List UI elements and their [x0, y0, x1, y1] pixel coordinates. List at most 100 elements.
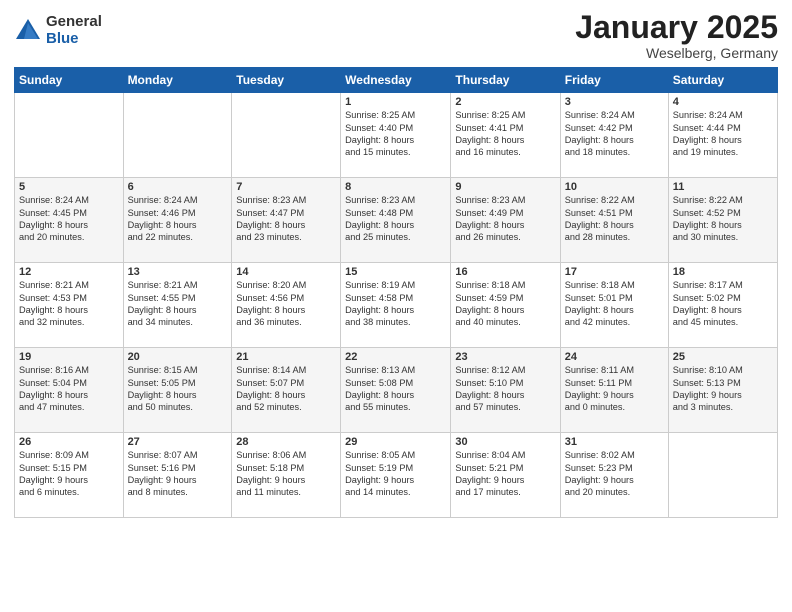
cell-info: Sunrise: 8:22 AM Sunset: 4:52 PM Dayligh…: [673, 194, 773, 244]
cell-info: Sunrise: 8:06 AM Sunset: 5:18 PM Dayligh…: [236, 449, 336, 499]
col-sunday: Sunday: [15, 68, 124, 93]
cell-day-number: 30: [455, 436, 555, 448]
cell-info: Sunrise: 8:16 AM Sunset: 5:04 PM Dayligh…: [19, 364, 119, 414]
table-row: [123, 93, 232, 178]
table-row: 21Sunrise: 8:14 AM Sunset: 5:07 PM Dayli…: [232, 348, 341, 433]
cell-info: Sunrise: 8:20 AM Sunset: 4:56 PM Dayligh…: [236, 279, 336, 329]
col-thursday: Thursday: [451, 68, 560, 93]
cell-info: Sunrise: 8:10 AM Sunset: 5:13 PM Dayligh…: [673, 364, 773, 414]
calendar-week-row: 1Sunrise: 8:25 AM Sunset: 4:40 PM Daylig…: [15, 93, 778, 178]
table-row: 12Sunrise: 8:21 AM Sunset: 4:53 PM Dayli…: [15, 263, 124, 348]
cell-info: Sunrise: 8:24 AM Sunset: 4:42 PM Dayligh…: [565, 109, 664, 159]
table-row: 5Sunrise: 8:24 AM Sunset: 4:45 PM Daylig…: [15, 178, 124, 263]
table-row: 20Sunrise: 8:15 AM Sunset: 5:05 PM Dayli…: [123, 348, 232, 433]
location: Weselberg, Germany: [575, 45, 778, 61]
col-friday: Friday: [560, 68, 668, 93]
cell-day-number: 5: [19, 181, 119, 193]
table-row: 29Sunrise: 8:05 AM Sunset: 5:19 PM Dayli…: [341, 433, 451, 518]
page: General Blue January 2025 Weselberg, Ger…: [0, 0, 792, 612]
cell-day-number: 14: [236, 266, 336, 278]
cell-day-number: 6: [128, 181, 228, 193]
table-row: 17Sunrise: 8:18 AM Sunset: 5:01 PM Dayli…: [560, 263, 668, 348]
cell-info: Sunrise: 8:13 AM Sunset: 5:08 PM Dayligh…: [345, 364, 446, 414]
cell-day-number: 10: [565, 181, 664, 193]
cell-day-number: 17: [565, 266, 664, 278]
cell-day-number: 25: [673, 351, 773, 363]
cell-info: Sunrise: 8:21 AM Sunset: 4:53 PM Dayligh…: [19, 279, 119, 329]
col-tuesday: Tuesday: [232, 68, 341, 93]
table-row: 23Sunrise: 8:12 AM Sunset: 5:10 PM Dayli…: [451, 348, 560, 433]
logo-blue-text: Blue: [46, 31, 102, 48]
table-row: 15Sunrise: 8:19 AM Sunset: 4:58 PM Dayli…: [341, 263, 451, 348]
col-wednesday: Wednesday: [341, 68, 451, 93]
cell-info: Sunrise: 8:07 AM Sunset: 5:16 PM Dayligh…: [128, 449, 228, 499]
table-row: 16Sunrise: 8:18 AM Sunset: 4:59 PM Dayli…: [451, 263, 560, 348]
table-row: 10Sunrise: 8:22 AM Sunset: 4:51 PM Dayli…: [560, 178, 668, 263]
cell-info: Sunrise: 8:25 AM Sunset: 4:41 PM Dayligh…: [455, 109, 555, 159]
cell-info: Sunrise: 8:14 AM Sunset: 5:07 PM Dayligh…: [236, 364, 336, 414]
calendar-week-row: 19Sunrise: 8:16 AM Sunset: 5:04 PM Dayli…: [15, 348, 778, 433]
table-row: 6Sunrise: 8:24 AM Sunset: 4:46 PM Daylig…: [123, 178, 232, 263]
title-block: January 2025 Weselberg, Germany: [575, 10, 778, 61]
table-row: 22Sunrise: 8:13 AM Sunset: 5:08 PM Dayli…: [341, 348, 451, 433]
cell-day-number: 1: [345, 96, 446, 108]
table-row: 26Sunrise: 8:09 AM Sunset: 5:15 PM Dayli…: [15, 433, 124, 518]
cell-info: Sunrise: 8:23 AM Sunset: 4:49 PM Dayligh…: [455, 194, 555, 244]
cell-day-number: 31: [565, 436, 664, 448]
cell-info: Sunrise: 8:11 AM Sunset: 5:11 PM Dayligh…: [565, 364, 664, 414]
calendar-week-row: 26Sunrise: 8:09 AM Sunset: 5:15 PM Dayli…: [15, 433, 778, 518]
table-row: 3Sunrise: 8:24 AM Sunset: 4:42 PM Daylig…: [560, 93, 668, 178]
table-row: 14Sunrise: 8:20 AM Sunset: 4:56 PM Dayli…: [232, 263, 341, 348]
col-monday: Monday: [123, 68, 232, 93]
cell-day-number: 18: [673, 266, 773, 278]
col-saturday: Saturday: [668, 68, 777, 93]
cell-info: Sunrise: 8:17 AM Sunset: 5:02 PM Dayligh…: [673, 279, 773, 329]
table-row: 28Sunrise: 8:06 AM Sunset: 5:18 PM Dayli…: [232, 433, 341, 518]
table-row: 11Sunrise: 8:22 AM Sunset: 4:52 PM Dayli…: [668, 178, 777, 263]
table-row: 8Sunrise: 8:23 AM Sunset: 4:48 PM Daylig…: [341, 178, 451, 263]
table-row: 25Sunrise: 8:10 AM Sunset: 5:13 PM Dayli…: [668, 348, 777, 433]
cell-day-number: 9: [455, 181, 555, 193]
cell-info: Sunrise: 8:09 AM Sunset: 5:15 PM Dayligh…: [19, 449, 119, 499]
table-row: 7Sunrise: 8:23 AM Sunset: 4:47 PM Daylig…: [232, 178, 341, 263]
cell-info: Sunrise: 8:12 AM Sunset: 5:10 PM Dayligh…: [455, 364, 555, 414]
header: General Blue January 2025 Weselberg, Ger…: [14, 10, 778, 61]
table-row: 9Sunrise: 8:23 AM Sunset: 4:49 PM Daylig…: [451, 178, 560, 263]
cell-day-number: 16: [455, 266, 555, 278]
calendar-header-row: Sunday Monday Tuesday Wednesday Thursday…: [15, 68, 778, 93]
calendar-week-row: 5Sunrise: 8:24 AM Sunset: 4:45 PM Daylig…: [15, 178, 778, 263]
cell-info: Sunrise: 8:18 AM Sunset: 4:59 PM Dayligh…: [455, 279, 555, 329]
table-row: [668, 433, 777, 518]
logo-icon: [14, 17, 42, 45]
cell-day-number: 29: [345, 436, 446, 448]
cell-info: Sunrise: 8:04 AM Sunset: 5:21 PM Dayligh…: [455, 449, 555, 499]
calendar-table: Sunday Monday Tuesday Wednesday Thursday…: [14, 67, 778, 518]
month-title: January 2025: [575, 10, 778, 45]
cell-info: Sunrise: 8:25 AM Sunset: 4:40 PM Dayligh…: [345, 109, 446, 159]
cell-day-number: 3: [565, 96, 664, 108]
cell-day-number: 22: [345, 351, 446, 363]
table-row: [15, 93, 124, 178]
cell-info: Sunrise: 8:24 AM Sunset: 4:46 PM Dayligh…: [128, 194, 228, 244]
cell-info: Sunrise: 8:24 AM Sunset: 4:44 PM Dayligh…: [673, 109, 773, 159]
cell-day-number: 15: [345, 266, 446, 278]
cell-day-number: 24: [565, 351, 664, 363]
cell-day-number: 4: [673, 96, 773, 108]
table-row: 19Sunrise: 8:16 AM Sunset: 5:04 PM Dayli…: [15, 348, 124, 433]
table-row: 18Sunrise: 8:17 AM Sunset: 5:02 PM Dayli…: [668, 263, 777, 348]
table-row: 2Sunrise: 8:25 AM Sunset: 4:41 PM Daylig…: [451, 93, 560, 178]
table-row: 31Sunrise: 8:02 AM Sunset: 5:23 PM Dayli…: [560, 433, 668, 518]
cell-info: Sunrise: 8:22 AM Sunset: 4:51 PM Dayligh…: [565, 194, 664, 244]
cell-day-number: 21: [236, 351, 336, 363]
cell-info: Sunrise: 8:18 AM Sunset: 5:01 PM Dayligh…: [565, 279, 664, 329]
cell-info: Sunrise: 8:23 AM Sunset: 4:48 PM Dayligh…: [345, 194, 446, 244]
cell-info: Sunrise: 8:24 AM Sunset: 4:45 PM Dayligh…: [19, 194, 119, 244]
cell-day-number: 7: [236, 181, 336, 193]
cell-day-number: 8: [345, 181, 446, 193]
table-row: 4Sunrise: 8:24 AM Sunset: 4:44 PM Daylig…: [668, 93, 777, 178]
cell-day-number: 19: [19, 351, 119, 363]
cell-day-number: 27: [128, 436, 228, 448]
cell-day-number: 23: [455, 351, 555, 363]
cell-day-number: 12: [19, 266, 119, 278]
table-row: 1Sunrise: 8:25 AM Sunset: 4:40 PM Daylig…: [341, 93, 451, 178]
